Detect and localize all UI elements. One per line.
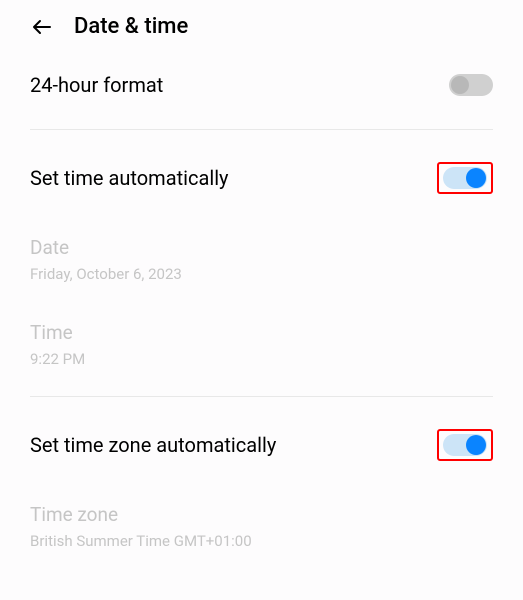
clock-format-row: 24-hour format <box>30 49 493 121</box>
header: Date & time <box>0 0 523 49</box>
clock-format-label: 24-hour format <box>30 73 163 97</box>
auto-time-label: Set time automatically <box>30 166 229 190</box>
page-title: Date & time <box>74 14 188 39</box>
date-label: Date <box>30 236 493 259</box>
timezone-row: Time zone British Summer Time GMT+01:00 <box>30 485 493 558</box>
settings-content: 24-hour format Set time automatically Da… <box>0 49 523 558</box>
clock-format-toggle[interactable] <box>449 74 493 96</box>
timezone-label: Time zone <box>30 503 493 526</box>
divider <box>30 129 493 130</box>
auto-time-row: Set time automatically <box>30 138 493 218</box>
auto-time-toggle-highlight <box>437 162 493 194</box>
back-arrow-icon[interactable] <box>30 15 54 39</box>
time-value: 9:22 PM <box>30 350 493 368</box>
date-row: Date Friday, October 6, 2023 <box>30 218 493 291</box>
auto-timezone-toggle-highlight <box>437 429 493 461</box>
auto-time-toggle[interactable] <box>443 167 487 189</box>
time-row: Time 9:22 PM <box>30 303 493 376</box>
time-label: Time <box>30 321 493 344</box>
auto-timezone-toggle[interactable] <box>443 434 487 456</box>
auto-timezone-row: Set time zone automatically <box>30 405 493 485</box>
divider <box>30 396 493 397</box>
date-value: Friday, October 6, 2023 <box>30 265 493 283</box>
auto-timezone-label: Set time zone automatically <box>30 433 276 457</box>
timezone-value: British Summer Time GMT+01:00 <box>30 532 493 550</box>
